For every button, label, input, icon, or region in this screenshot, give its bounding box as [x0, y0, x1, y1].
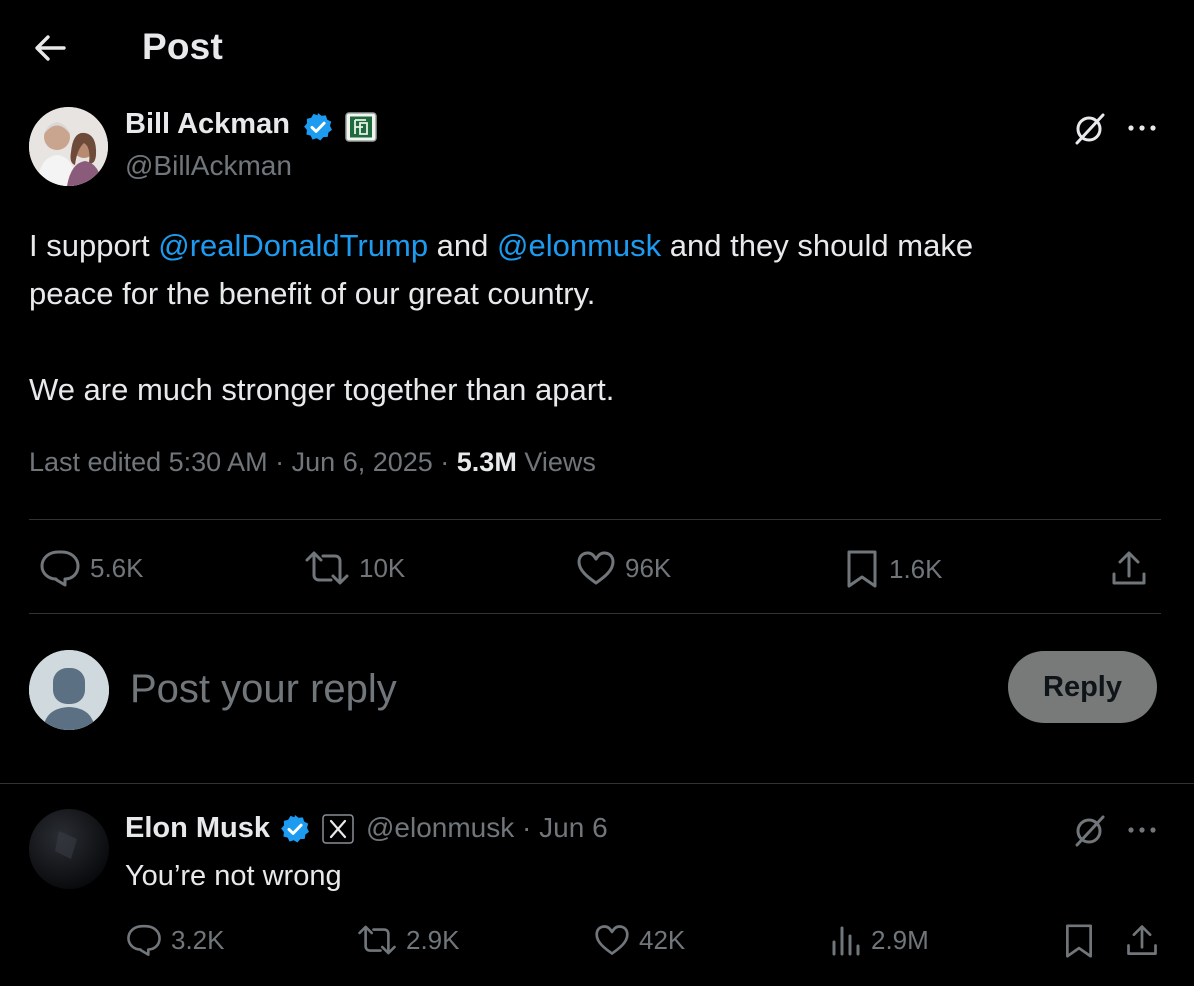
post-meta: Last edited 5:30 AM · Jun 6, 2025 · 5.3M… — [29, 447, 596, 478]
views-chart-icon — [832, 926, 860, 956]
author-avatar[interactable] — [29, 107, 108, 186]
views-count: 5.3M — [456, 447, 517, 477]
grok-icon — [1075, 815, 1105, 847]
grok-button[interactable] — [1070, 812, 1110, 848]
views-count: 2.9M — [871, 924, 929, 955]
divider — [0, 783, 1194, 784]
edited-timestamp[interactable]: Last edited 5:30 AM · Jun 6, 2025 · — [29, 447, 457, 477]
grok-button[interactable] — [1070, 110, 1110, 146]
verified-badge-icon — [279, 813, 311, 845]
repost-count: 2.9K — [406, 924, 460, 955]
grok-icon — [1075, 113, 1105, 145]
post-text-segment: and — [428, 228, 498, 263]
share-icon — [1127, 925, 1157, 955]
verified-badge-icon — [302, 111, 334, 143]
bookmark-action-button[interactable] — [1062, 922, 1096, 960]
current-user-avatar[interactable] — [29, 650, 109, 730]
page-header: Post — [0, 0, 1194, 96]
repost-count: 10K — [359, 552, 406, 583]
like-action-button[interactable]: 96K — [575, 548, 671, 588]
reply-action-button[interactable]: 3.2K — [125, 922, 225, 958]
mention-link-trump[interactable]: @realDonaldTrump — [158, 228, 428, 263]
bookmark-icon — [847, 550, 877, 588]
repost-action-button[interactable]: 2.9K — [356, 922, 460, 958]
post-text-segment: and they should make — [661, 228, 974, 263]
paragraph-break — [29, 318, 1159, 366]
divider — [29, 613, 1161, 614]
reply-action-button[interactable]: 5.6K — [38, 548, 144, 588]
reply-author-name[interactable]: Elon Musk — [125, 812, 270, 845]
more-options-button[interactable] — [1122, 812, 1162, 848]
reply-handle-date[interactable]: @elonmusk · Jun 6 — [366, 812, 608, 844]
post-text-line-2: peace for the benefit of our great count… — [29, 276, 596, 311]
reply-input[interactable] — [130, 662, 970, 716]
back-button[interactable] — [28, 28, 72, 68]
reply-button[interactable]: Reply — [1008, 651, 1157, 723]
post-detail-page: Post Bill Ackman @BillAckman I support @… — [0, 0, 1194, 986]
bookmark-action-button[interactable]: 1.6K — [843, 548, 943, 590]
more-horizontal-icon — [1128, 125, 1156, 131]
share-icon — [1112, 551, 1146, 585]
reply-author-avatar[interactable] — [29, 809, 109, 889]
post-text-segment: I support — [29, 228, 159, 263]
heart-icon — [577, 551, 615, 585]
author-name[interactable]: Bill Ackman — [125, 108, 290, 141]
views-action-button[interactable]: 2.9M — [829, 922, 929, 958]
like-count: 42K — [639, 924, 686, 955]
reply-bubble-icon — [40, 550, 80, 587]
post-text: I support @realDonaldTrump and @elonmusk… — [29, 222, 1159, 414]
reply-bubble-icon — [127, 924, 161, 956]
arrow-left-icon — [35, 35, 66, 61]
share-action-button[interactable] — [1109, 548, 1149, 590]
divider — [29, 519, 1161, 520]
more-horizontal-icon — [1128, 827, 1156, 833]
bookmark-count: 1.6K — [889, 553, 943, 584]
page-title: Post — [142, 26, 223, 67]
affiliation-badge-icon[interactable] — [345, 112, 377, 142]
reply-text: You’re not wrong — [125, 860, 342, 892]
post-text-line-3: We are much stronger together than apart… — [29, 372, 615, 407]
repost-icon — [305, 551, 349, 585]
repost-icon — [358, 925, 396, 955]
repost-action-button[interactable]: 10K — [303, 548, 405, 588]
share-action-button[interactable] — [1124, 922, 1160, 960]
heart-icon — [595, 925, 629, 955]
mention-link-elonmusk[interactable]: @elonmusk — [497, 228, 661, 263]
author-handle[interactable]: @BillAckman — [125, 150, 292, 182]
x-affiliation-badge-icon[interactable] — [322, 814, 354, 844]
like-action-button[interactable]: 42K — [593, 922, 685, 958]
more-options-button[interactable] — [1122, 110, 1162, 146]
post-text-line-1: I support @realDonaldTrump and @elonmusk… — [29, 222, 1159, 270]
reply-count: 3.2K — [171, 924, 225, 955]
views-label: Views — [516, 447, 596, 477]
like-count: 96K — [625, 552, 672, 583]
bookmark-icon — [1066, 924, 1092, 958]
reply-count: 5.6K — [90, 552, 144, 583]
